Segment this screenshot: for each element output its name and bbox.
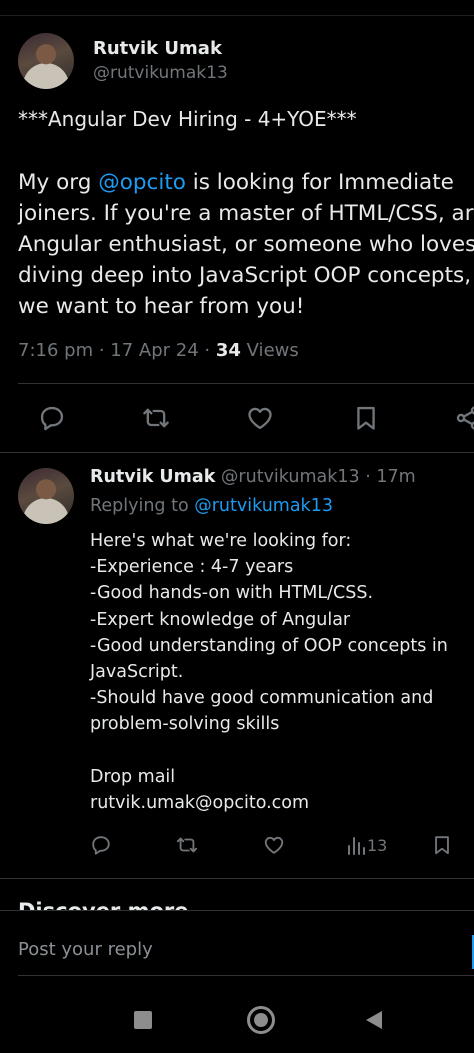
reply-author-handle[interactable]: @rutvikumak13 bbox=[221, 467, 360, 487]
reply-time[interactable]: · 17m bbox=[360, 467, 415, 487]
reply-header: Rutvik Umak @rutvikumak13 · 17m bbox=[90, 467, 416, 487]
tweet-divider bbox=[0, 452, 474, 453]
meta-divider bbox=[18, 383, 474, 384]
reply-line: -Good understanding of OOP concepts in bbox=[90, 635, 448, 656]
reply-divider bbox=[0, 878, 474, 879]
top-divider bbox=[0, 15, 474, 16]
reply-icon[interactable] bbox=[38, 404, 66, 432]
square-icon[interactable] bbox=[134, 1011, 152, 1029]
tweet-body-line-3: Angular enthusiast, or someone who loves bbox=[18, 232, 474, 257]
author-handle[interactable]: @rutvikumak13 bbox=[93, 63, 228, 83]
reply-line: -Expert knowledge of Angular bbox=[90, 609, 351, 630]
share-icon[interactable] bbox=[454, 404, 474, 432]
tweet-body-line-5: we want to hear from you! bbox=[18, 294, 305, 319]
tweet-time[interactable]: 7:16 pm bbox=[18, 340, 93, 361]
reply-line: -Should have good communication and bbox=[90, 688, 434, 709]
views-count[interactable]: 34 bbox=[216, 340, 241, 361]
reply-line: -Good hands-on with HTML/CSS. bbox=[90, 583, 374, 604]
compose-underline bbox=[18, 975, 474, 976]
reply-line: -Experience : 4-7 years bbox=[90, 557, 294, 578]
body-line-1-rest: is looking for Immediate bbox=[185, 170, 454, 195]
back-triangle-icon[interactable] bbox=[366, 1011, 382, 1029]
reply-line: problem-solving skills bbox=[90, 714, 280, 735]
bookmark-icon[interactable] bbox=[352, 404, 380, 432]
body-prefix: My org bbox=[18, 170, 99, 195]
tweet-meta: 7:16 pm · 17 Apr 24 · 34 Views bbox=[18, 340, 299, 361]
reply-avatar[interactable] bbox=[18, 468, 74, 524]
reply-email[interactable]: rutvik.umak@opcito.com bbox=[90, 790, 448, 816]
views-icon bbox=[346, 834, 366, 856]
replying-label: Replying to bbox=[90, 496, 195, 516]
circle-icon[interactable] bbox=[247, 1006, 275, 1034]
reply-repost-icon[interactable] bbox=[176, 834, 198, 856]
reply-line: Drop mail bbox=[90, 766, 176, 787]
reply-body: Here's what we're looking for: -Experien… bbox=[90, 528, 448, 816]
avatar[interactable] bbox=[18, 33, 74, 89]
compose-bar: Post your reply bbox=[0, 910, 474, 981]
nav-bar bbox=[0, 985, 474, 1053]
mention-link[interactable]: @opcito bbox=[98, 170, 186, 195]
author-name[interactable]: Rutvik Umak bbox=[93, 38, 222, 59]
reply-line: JavaScript. bbox=[90, 662, 184, 683]
tweet-title: ***Angular Dev Hiring - 4+YOE*** bbox=[18, 107, 357, 131]
reply-views[interactable]: 13 bbox=[346, 834, 387, 856]
tweet-date[interactable]: 17 Apr 24 bbox=[110, 340, 198, 361]
meta-sep: · bbox=[93, 340, 111, 361]
replying-to: Replying to @rutvikumak13 bbox=[90, 496, 333, 516]
reply-like-icon[interactable] bbox=[263, 834, 285, 856]
like-icon[interactable] bbox=[246, 404, 274, 432]
reply-line: Here's what we're looking for: bbox=[90, 531, 352, 551]
discover-section: Discover more bbox=[0, 880, 474, 910]
tweet-body-line-4: diving deep into JavaScript OOP concepts… bbox=[18, 263, 472, 288]
circle-icon-inner bbox=[254, 1013, 268, 1027]
reply-reply-icon[interactable] bbox=[90, 834, 112, 856]
tweet-body: My org @opcito is looking for Immediate … bbox=[18, 167, 474, 322]
reply-views-count: 13 bbox=[367, 835, 388, 855]
reply-bookmark-icon[interactable] bbox=[431, 834, 453, 856]
views-label: Views bbox=[240, 340, 299, 361]
replying-handle[interactable]: @rutvikumak13 bbox=[194, 496, 333, 516]
tweet-body-line-1: My org @opcito is looking for Immediate bbox=[18, 167, 474, 198]
reply-line bbox=[90, 738, 448, 764]
compose-placeholder[interactable]: Post your reply bbox=[18, 939, 153, 960]
repost-icon[interactable] bbox=[142, 404, 170, 432]
reply-author-name[interactable]: Rutvik Umak bbox=[90, 467, 215, 487]
discover-heading: Discover more bbox=[18, 899, 189, 910]
meta-sep: · bbox=[198, 340, 216, 361]
tweet-body-line-2: joiners. If you're a master of HTML/CSS,… bbox=[18, 201, 474, 226]
